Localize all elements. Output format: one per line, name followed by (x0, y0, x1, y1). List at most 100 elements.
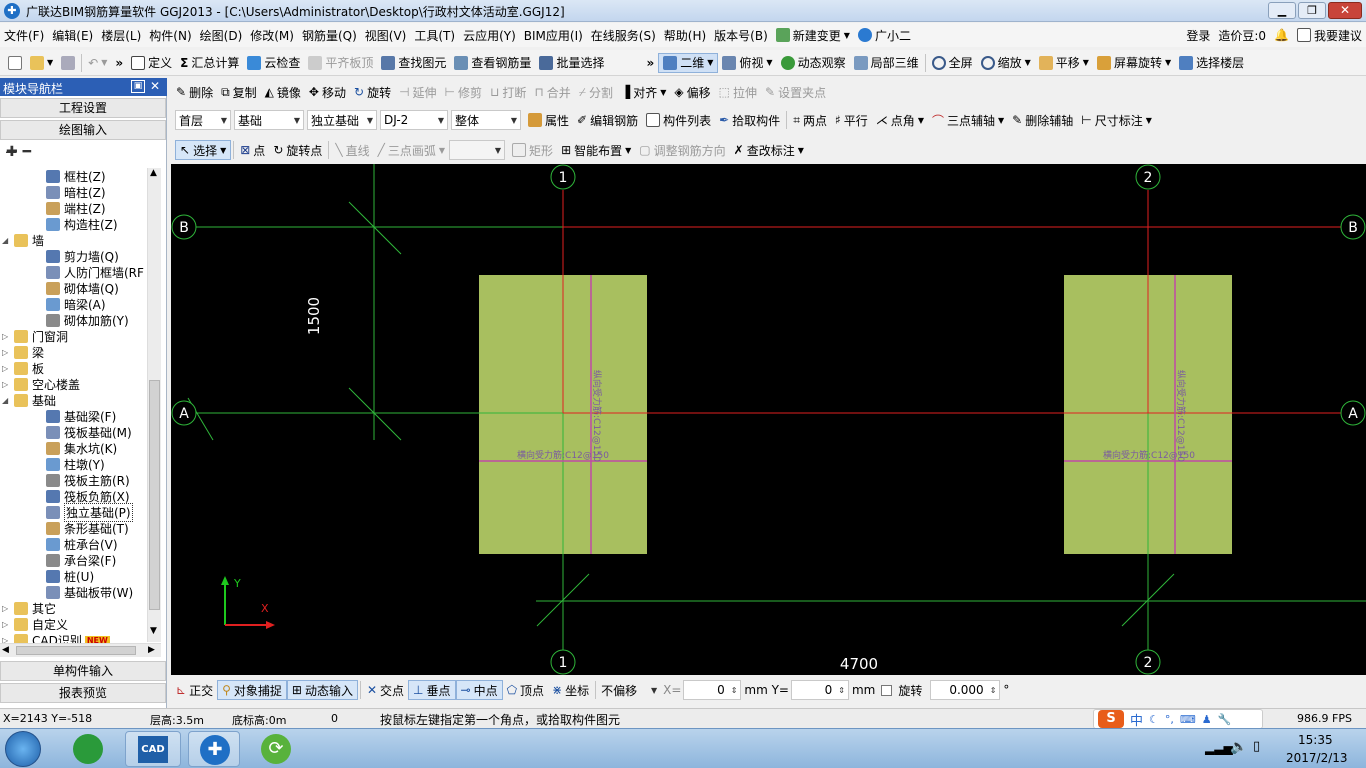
scroll-down-icon[interactable]: ▼ (150, 626, 157, 636)
menu-file[interactable]: 文件(F) (0, 25, 48, 45)
tree-folder[interactable]: ▷ 梁 (2, 344, 44, 360)
cloud-check-button[interactable]: 云检查 (243, 53, 304, 73)
adjust-rebar-dir-button[interactable]: ▢ 调整钢筋方向 (635, 140, 729, 160)
tree-item[interactable]: 承台梁(F) (46, 552, 116, 568)
minimize-button[interactable]: ▁ (1268, 2, 1296, 19)
object-snap-toggle[interactable]: ⚲ 对象捕捉 (217, 680, 287, 700)
view-2d-button[interactable]: 二维 ▼ (658, 52, 719, 73)
tree-item[interactable]: 框柱(Z) (46, 168, 106, 184)
ortho-toggle[interactable]: ⊾ 正交 (172, 680, 217, 700)
tree-item[interactable]: 筏板基础(M) (46, 424, 132, 440)
break-button[interactable]: ⊔ 打断 (486, 82, 530, 102)
fullscreen-button[interactable]: 全屏 (928, 53, 977, 73)
smart-layout-button[interactable]: ⊞ 智能布置 ▼ (557, 140, 635, 160)
orbit-button[interactable]: 动态观察 (777, 53, 850, 73)
expand-open-icon[interactable]: ◢ (2, 236, 12, 245)
overflow-chevron-icon[interactable]: » (111, 53, 127, 73)
floor-select[interactable]: 首层 ▼ (175, 110, 231, 130)
line-tool-button[interactable]: ╲ 直线 (331, 140, 373, 160)
nav-close-icon[interactable]: ✕ (150, 79, 160, 93)
menu-component[interactable]: 构件(N) (145, 25, 195, 45)
undo-button[interactable]: ↶ ▼ (84, 53, 111, 73)
menu-modify[interactable]: 修改(M) (246, 25, 298, 45)
drawing-canvas[interactable]: 1 2 1 2 B A B A 1500 4700 横向受力筋:C12@150 … (171, 164, 1366, 675)
tree-folder[interactable]: ▷ 空心楼盖 (2, 376, 80, 392)
tree-item[interactable]: 桩(U) (46, 568, 94, 584)
rotate-point-button[interactable]: ↻ 旋转点 (269, 140, 326, 160)
signal-icon[interactable]: ▂▃▅ (1205, 741, 1233, 755)
tree-item[interactable]: 基础梁(F) (46, 408, 116, 424)
two-point-axis-button[interactable]: ⌗ 两点 (789, 110, 831, 130)
tree-hscrollbar[interactable]: ◀ ▶ (0, 643, 161, 657)
dynamic-input-toggle[interactable]: ⊞ 动态输入 (286, 680, 358, 700)
scroll-right-icon[interactable]: ▶ (148, 645, 155, 655)
tree-item[interactable]: 端柱(Z) (46, 200, 106, 216)
menu-version[interactable]: 版本号(B) (710, 25, 772, 45)
cad-drawing[interactable]: 1 2 1 2 B A B A 1500 4700 横向受力筋:C12@150 … (171, 164, 1366, 675)
tree-item[interactable]: 基础板带(W) (46, 584, 133, 600)
moon-icon[interactable]: ☾ (1149, 713, 1159, 726)
delete-axis-button[interactable]: ✎ 删除辅轴 (1008, 110, 1077, 130)
x-offset-input[interactable]: 0 ⇕ (683, 680, 742, 700)
screen-rotate-button[interactable]: 屏幕旋转 ▼ (1093, 53, 1175, 73)
local-3d-button[interactable]: 局部三维 (850, 53, 923, 73)
project-settings-button[interactable]: 工程设置 (0, 98, 166, 118)
menu-floor[interactable]: 楼层(L) (97, 25, 145, 45)
menu-assistant[interactable]: 广小二 (854, 25, 915, 45)
expand-closed-icon[interactable]: ▷ (2, 620, 12, 629)
mirror-button[interactable]: ◭ 镜像 (261, 82, 305, 102)
select-tool-button[interactable]: ↖ 选择 ▼ (175, 140, 232, 160)
tree-item[interactable]: 砌体墙(Q) (46, 280, 119, 296)
offset-button[interactable]: ◈ 偏移 (670, 82, 714, 102)
find-element-button[interactable]: 查找图元 (377, 53, 450, 73)
midpoint-snap[interactable]: ⊸ 中点 (455, 680, 503, 700)
expand-closed-icon[interactable]: ▷ (2, 348, 12, 357)
ime-toolbar[interactable]: S 中 ☾ °, ⌨ ♟ 🔧 (1093, 709, 1263, 729)
menu-draw[interactable]: 绘图(D) (196, 25, 247, 45)
define-button[interactable]: 定义 (127, 53, 176, 73)
extend-button[interactable]: ⊣ 延伸 (395, 82, 440, 102)
taskbar-app-glodon[interactable]: ✚ (188, 731, 240, 767)
tree-item[interactable]: 筏板主筋(R) (46, 472, 130, 488)
price-beans[interactable]: 造价豆:0 (1214, 25, 1270, 45)
menu-cloud[interactable]: 云应用(Y) (459, 25, 520, 45)
menu-rebar[interactable]: 钢筋量(Q) (298, 25, 361, 45)
overflow-chevron-icon[interactable]: » (642, 53, 658, 73)
wrench-icon[interactable]: 🔧 (1218, 713, 1232, 726)
three-point-axis-button[interactable]: ⌒ 三点辅轴 ▼ (928, 110, 1008, 130)
volume-icon[interactable]: 🔈 (1230, 739, 1247, 755)
expand-closed-icon[interactable]: ▷ (2, 364, 12, 373)
start-button[interactable] (5, 731, 41, 767)
arc-option-select[interactable]: ▼ (449, 140, 506, 160)
tree-folder[interactable]: ▷ 门窗洞 (2, 328, 68, 344)
tree-folder[interactable]: ◢ 墙 (2, 232, 44, 248)
pan-button[interactable]: 平移 ▼ (1035, 53, 1093, 73)
dimension-button[interactable]: ⊢ 尺寸标注 ▼ (1077, 110, 1156, 130)
tree-item[interactable]: 独立基础(P) (46, 502, 133, 522)
suggest-button[interactable]: 我要建议 (1293, 25, 1366, 45)
type-select[interactable]: 独立基础 ▼ (307, 110, 377, 130)
menu-edit[interactable]: 编辑(E) (48, 25, 97, 45)
menu-view[interactable]: 视图(V) (361, 25, 411, 45)
taskbar-app-cad[interactable]: CAD (125, 731, 181, 767)
category-select[interactable]: 基础 ▼ (234, 110, 304, 130)
rotate-button[interactable]: ↻ 旋转 (350, 82, 395, 102)
align-button[interactable]: ▐ 对齐 ▼ (617, 82, 670, 102)
copy-button[interactable]: ⧉ 复制 (217, 82, 261, 102)
trim-button[interactable]: ⊢ 修剪 (441, 82, 486, 102)
hscroll-thumb[interactable] (16, 646, 136, 655)
split-button[interactable]: ⌿ 分割 (575, 82, 617, 102)
rotate-checkbox[interactable] (881, 684, 893, 696)
tree-item[interactable]: 桩承台(V) (46, 536, 118, 552)
menu-tools[interactable]: 工具(T) (410, 25, 459, 45)
tree-item[interactable]: 人防门框墙(RF (46, 264, 144, 280)
clock-date[interactable]: 2017/2/13 (1286, 751, 1348, 765)
set-grip-button[interactable]: ✎ 设置夹点 (761, 82, 830, 102)
stretch-button[interactable]: ⬚ 拉伸 (715, 82, 761, 102)
keyboard-icon[interactable]: ⌨ (1180, 713, 1196, 726)
tree-item[interactable]: 柱墩(Y) (46, 456, 105, 472)
view-rebar-qty-button[interactable]: 查看钢筋量 (450, 53, 535, 73)
batch-select-button[interactable]: 批量选择 (535, 53, 608, 73)
delete-button[interactable]: ✎ 删除 (172, 82, 217, 102)
login-link[interactable]: 登录 (1182, 25, 1214, 45)
